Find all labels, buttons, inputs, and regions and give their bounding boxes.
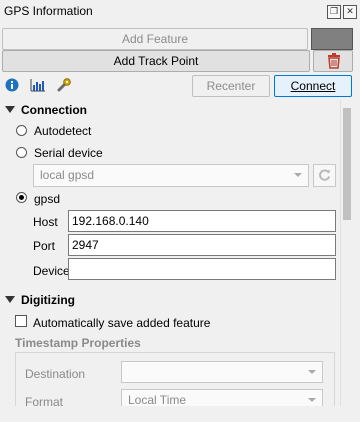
serial-device-combo-value: local gpsd	[40, 168, 95, 182]
connection-header[interactable]: Connection	[21, 103, 87, 117]
window-title: GPS Information	[4, 4, 93, 18]
collapse-digitizing-icon[interactable]	[5, 296, 15, 303]
settings-wrench-icon[interactable]	[56, 77, 72, 93]
title-bar: GPS Information ❐ ✕	[0, 0, 360, 22]
connect-button[interactable]: Connect	[274, 75, 352, 97]
scrollbar-thumb[interactable]	[343, 108, 351, 220]
float-icon[interactable]: ❐	[327, 5, 341, 19]
vertical-scrollbar[interactable]	[340, 100, 353, 406]
add-feature-button[interactable]: Add Feature	[2, 28, 308, 50]
port-label: Port	[33, 239, 56, 253]
chevron-down-icon	[308, 398, 316, 402]
host-field[interactable]: 192.168.0.140	[68, 210, 336, 232]
panel-bottom-edge	[0, 406, 360, 422]
chevron-down-icon	[308, 370, 316, 374]
gpsd-radio[interactable]	[16, 192, 27, 203]
serial-device-combo[interactable]: local gpsd	[33, 164, 309, 187]
collapse-connection-icon[interactable]	[5, 106, 15, 113]
add-track-point-button[interactable]: Add Track Point	[2, 50, 310, 72]
autodetect-label[interactable]: Autodetect	[34, 124, 91, 138]
device-label: Device	[33, 264, 70, 278]
refresh-devices-button[interactable]	[313, 164, 336, 187]
refresh-icon	[319, 169, 331, 181]
gpsd-label[interactable]: gpsd	[34, 192, 60, 206]
format-value: Local Time	[128, 393, 187, 407]
auto-save-label[interactable]: Automatically save added feature	[33, 316, 210, 330]
delete-button[interactable]	[313, 50, 353, 72]
host-value: 192.168.0.140	[72, 214, 149, 228]
add-feature-label: Add Feature	[121, 32, 189, 46]
digitizing-header[interactable]: Digitizing	[21, 293, 75, 307]
add-track-point-label: Add Track Point	[113, 54, 199, 68]
host-label: Host	[33, 215, 58, 229]
destination-label: Destination	[25, 367, 86, 381]
color-swatch-button[interactable]	[311, 28, 353, 50]
chevron-down-icon	[294, 173, 302, 177]
recenter-button[interactable]: Recenter	[192, 75, 270, 97]
recenter-label: Recenter	[206, 79, 256, 93]
info-icon[interactable]	[5, 78, 19, 92]
serial-device-label[interactable]: Serial device	[34, 146, 103, 160]
destination-combo[interactable]	[121, 361, 323, 383]
serial-device-radio[interactable]	[16, 147, 27, 158]
port-value: 2947	[72, 238, 99, 252]
trash-icon	[328, 53, 340, 69]
timestamp-properties-header: Timestamp Properties	[15, 336, 141, 350]
connect-label: Connect	[290, 79, 336, 93]
close-icon[interactable]: ✕	[343, 5, 357, 19]
device-field[interactable]	[68, 258, 336, 280]
autodetect-radio[interactable]	[16, 125, 27, 136]
auto-save-checkbox[interactable]	[15, 315, 27, 327]
signal-bars-icon[interactable]	[30, 78, 46, 92]
port-field[interactable]: 2947	[68, 234, 336, 256]
